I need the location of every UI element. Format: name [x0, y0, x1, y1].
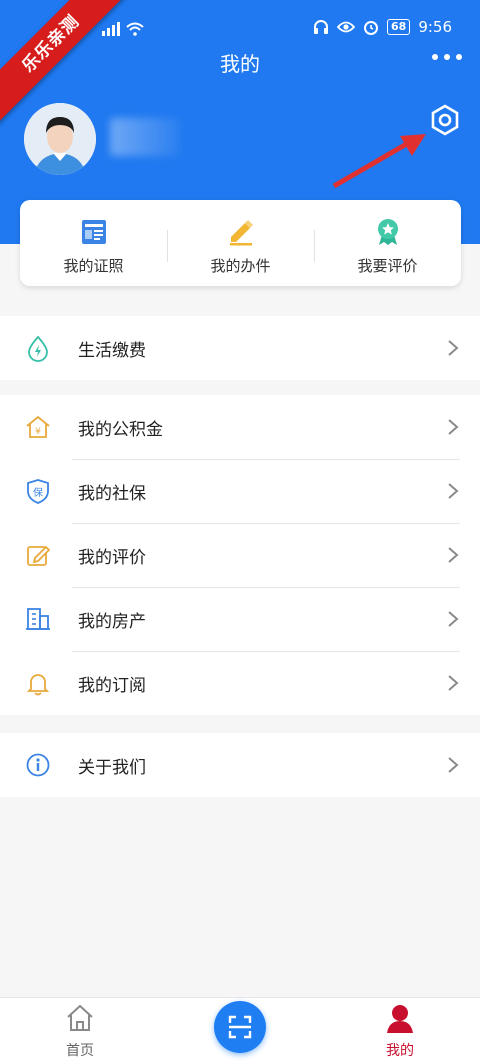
- house-fund-icon: ¥: [26, 415, 50, 438]
- shortcut-card: 我的证照 我的办件 我要评价: [20, 200, 461, 286]
- menu-item-label: 我的社保: [78, 483, 146, 504]
- page-title: 我的: [220, 52, 260, 76]
- menu-item-housing-fund[interactable]: ¥ 我的公积金: [0, 395, 480, 459]
- menu-item-my-reviews[interactable]: 我的评价: [0, 523, 480, 587]
- shortcut-rate[interactable]: 我要评价: [314, 200, 461, 286]
- battery-icon: 68: [387, 19, 411, 35]
- svg-text:保: 保: [33, 486, 43, 499]
- scan-icon: [228, 1015, 252, 1039]
- clock: 9:56: [418, 18, 452, 36]
- menu-item-utility-payment[interactable]: 生活缴费: [0, 316, 480, 380]
- more-button[interactable]: [432, 54, 462, 60]
- shortcut-label: 我的办件: [210, 256, 271, 275]
- wifi-icon: [126, 22, 144, 36]
- svg-text:¥: ¥: [35, 427, 41, 437]
- tab-home[interactable]: 首页: [40, 998, 120, 1061]
- chevron-right-icon: [448, 419, 459, 435]
- water-drop-icon: [28, 335, 48, 362]
- tab-label: 首页: [66, 1043, 94, 1059]
- menu-item-my-property[interactable]: 我的房产: [0, 587, 480, 651]
- avatar[interactable]: [24, 103, 96, 175]
- chevron-right-icon: [448, 675, 459, 691]
- chevron-right-icon: [448, 757, 459, 773]
- menu-item-my-subscriptions[interactable]: 我的订阅: [0, 651, 480, 715]
- pencil-icon: [229, 219, 253, 245]
- menu-item-label: 我的公积金: [78, 419, 163, 440]
- eye-icon: [337, 21, 355, 33]
- signal-icon-2: [102, 20, 121, 36]
- edit-icon: [27, 545, 51, 566]
- building-icon: [26, 608, 50, 630]
- home-icon: [67, 1004, 93, 1031]
- shortcut-my-cases[interactable]: 我的办件: [167, 200, 314, 286]
- scan-button[interactable]: [214, 1001, 266, 1053]
- id-card-icon: [81, 219, 106, 244]
- menu-item-social-security[interactable]: 保 我的社保: [0, 459, 480, 523]
- tab-mine[interactable]: 我的: [360, 998, 440, 1061]
- alarm-icon: [364, 21, 378, 35]
- menu-group-payment: 生活缴费: [0, 316, 480, 380]
- status-icons: 68 9:56: [313, 18, 452, 36]
- menu-item-label: 生活缴费: [78, 340, 146, 361]
- bell-icon: [26, 674, 50, 696]
- menu-group-about: 关于我们: [0, 733, 480, 797]
- headphones-icon: [314, 20, 328, 34]
- chevron-right-icon: [448, 547, 459, 563]
- chevron-right-icon: [448, 483, 459, 499]
- menu-group-personal: ¥ 我的公积金 保 我的社保 我的评价 我的房产 我的订阅: [0, 395, 480, 715]
- shield-icon: 保: [27, 479, 49, 504]
- menu-item-label: 我的房产: [78, 611, 146, 632]
- tab-label: 我的: [386, 1043, 414, 1059]
- shortcut-label: 我的证照: [63, 256, 124, 275]
- info-icon: [26, 753, 50, 777]
- menu-item-label: 我的订阅: [78, 675, 146, 696]
- menu-item-about-us[interactable]: 关于我们: [0, 733, 480, 797]
- chevron-right-icon: [448, 611, 459, 627]
- chevron-right-icon: [448, 340, 459, 356]
- shortcut-my-licenses[interactable]: 我的证照: [20, 200, 167, 286]
- settings-hexagon-icon[interactable]: [428, 103, 462, 137]
- username-blurred: [110, 118, 180, 156]
- red-arrow-annotation: [332, 134, 426, 189]
- medal-icon: [377, 218, 398, 245]
- avatar-person-icon: [24, 103, 96, 175]
- menu-item-label: 我的评价: [78, 547, 146, 568]
- shortcut-label: 我要评价: [357, 256, 418, 275]
- menu-item-label: 关于我们: [78, 757, 146, 778]
- person-icon: [387, 1005, 413, 1033]
